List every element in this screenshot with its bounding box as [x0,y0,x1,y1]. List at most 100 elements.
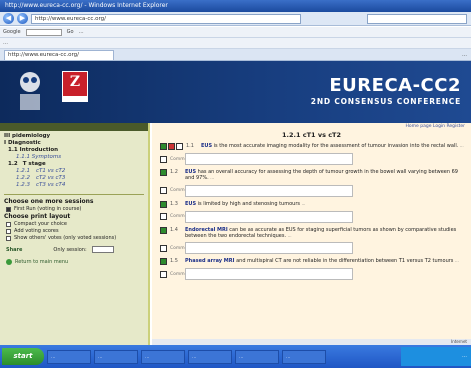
start-button[interactable]: start [2,348,44,365]
comment-toggle[interactable] [160,244,167,252]
top-links[interactable]: Home page Login Register [406,124,466,129]
sidebar-item-diagnostic[interactable]: I Diagnostic [4,140,144,147]
links-toolbar: … [0,38,471,49]
statement-refs: … [287,232,292,238]
ze-logo-bar [62,97,88,102]
comment-input[interactable] [185,242,353,255]
comment-label: Comment [170,245,193,251]
section-title: 1.2.1 cT1 vs cT2 [281,131,342,139]
statement-row: 1.4 Endorectal MRI can be as accurate as… [160,226,466,240]
site-header: Z EURECA-CC2 2ND CONSENSUS CONFERENCE [0,61,471,123]
return-icon [6,259,12,265]
print-option-label: Show others' votes (only voted sessions) [14,235,117,241]
taskbar-item[interactable]: … [94,349,138,364]
google-search-input[interactable] [25,28,62,36]
vote-buttons [160,169,167,176]
comment-label: Comment [170,188,193,194]
comment-input[interactable] [185,184,353,197]
print-option-compact[interactable]: Compact your choice [0,221,148,228]
statement-highlight: EUS [185,169,197,175]
statement-row: 1.3 EUS is limited by high and stenosing… [160,200,466,208]
statement-text: Endorectal MRI can be as accurate as EUS… [185,227,466,240]
comment-row: Comment [160,184,466,197]
statement-body: and multispiral CT are not reliable in t… [234,258,454,265]
back-icon[interactable]: ◀ [3,13,14,24]
vote-agree-button[interactable] [160,258,167,266]
vote-disagree-button[interactable] [168,143,175,150]
print-option-label: Compact your choice [14,221,67,227]
statement-highlight: EUS [185,200,197,207]
sidebar-item-ct3-ct4[interactable]: 1.2.3 cT3 vs cT4 [4,182,144,189]
sidebar-item-t-stage[interactable]: 1.2 T stage [4,161,144,168]
comment-toggle[interactable] [160,187,167,195]
vote-agree-button[interactable] [160,200,167,208]
vote-agree-button[interactable] [160,169,167,176]
site-subtitle: 2ND CONSENSUS CONFERENCE [310,97,461,106]
vote-buttons [160,200,167,208]
comment-row: Comment [160,268,466,281]
window-title-bar: http://www.eureca-cc.org/ - Windows Inte… [0,0,471,12]
comment-input[interactable] [185,268,353,281]
address-input[interactable]: http://www.eureca-cc.org/ [31,13,301,24]
tab-row: http://www.eureca-cc.org/ … [0,49,471,61]
sidebar-item-symptoms[interactable]: 1.1.1 Symptoms [4,154,144,161]
vote-abstain-button[interactable] [176,143,183,150]
statement-highlight: EUS [201,143,213,149]
statement-refs: … [210,175,215,181]
comment-toggle[interactable] [160,155,167,163]
return-main-menu[interactable]: Return to main menu [0,259,148,265]
comment-label: Comment [170,156,193,162]
sidebar-nav: III pidemiology I Diagnostic 1.1 Introdu… [0,131,148,191]
vote-agree-button[interactable] [160,143,167,150]
stage-item-label: cT1 vs cT2 [36,168,66,174]
comment-toggle[interactable] [160,270,167,278]
google-toolbar-item[interactable]: … [79,29,84,35]
stage-item-label: cT2 vs cT3 [36,175,66,181]
site-title: EURECA-CC2 [329,75,461,96]
ze-logo: Z [62,71,88,97]
statement-text: EUS is limited by high and stenosing tum… [185,201,466,207]
comment-input[interactable] [185,210,353,223]
browser-search-input[interactable] [367,13,467,24]
statement-number: 1.3 [170,200,178,207]
taskbar-item[interactable]: … [235,349,279,364]
sidebar-item-epidemiology[interactable]: III pidemiology [4,133,144,140]
print-option-checkbox[interactable] [6,229,11,234]
print-option-label: Add voting scores [14,228,59,234]
taskbar-item[interactable]: … [282,349,326,364]
forward-icon[interactable]: ▶ [17,13,28,24]
t-stage-title: T stage [22,161,46,167]
links-toolbar-item[interactable]: … [3,40,8,46]
comment-input[interactable] [185,153,353,165]
statement-highlight: Phased array MRI [185,258,235,265]
google-go-button[interactable]: Go [67,29,74,35]
sidebar: III pidemiology I Diagnostic 1.1 Introdu… [0,123,150,345]
taskbar-item[interactable]: … [47,349,91,364]
sidebar-item-ct1-ct2[interactable]: 1.2.1 cT1 vs cT2 [4,168,144,175]
vote-buttons [160,226,167,234]
comment-label: Comment [170,271,193,277]
statement-body: has an overall accuracy for assessing th… [185,169,458,182]
first-run-option[interactable]: First Run (voting in course) [0,206,148,213]
print-option-checkbox[interactable] [6,222,11,227]
print-option-checkbox[interactable] [6,236,11,241]
statement-body: is limited by high and stenosing tumours [196,200,300,207]
vote-agree-button[interactable] [160,226,167,234]
return-label: Return to main menu [15,259,69,265]
share-link[interactable]: Share [6,247,22,253]
comment-toggle[interactable] [160,213,167,221]
statement-text: Phased array MRI and multispiral CT are … [185,258,466,264]
taskbar-item[interactable]: … [141,349,185,364]
tab-eureca[interactable]: http://www.eureca-cc.org/ [4,49,114,60]
only-session-input[interactable] [91,246,114,253]
tab-tools[interactable]: … [462,52,467,58]
comment-row: Comment [160,210,466,223]
print-option-others[interactable]: Show others' votes (only voted sessions) [0,235,148,242]
stage-item-label: cT3 vs cT4 [36,182,66,188]
first-run-checkbox[interactable] [6,207,11,212]
statement-refs: … [301,200,306,206]
taskbar-item[interactable]: … [188,349,232,364]
print-option-scores[interactable]: Add voting scores [0,228,148,235]
sidebar-item-ct2-ct3[interactable]: 1.2.2 cT2 vs cT3 [4,175,144,182]
sidebar-item-introduction[interactable]: 1.1 Introduction [4,147,144,154]
